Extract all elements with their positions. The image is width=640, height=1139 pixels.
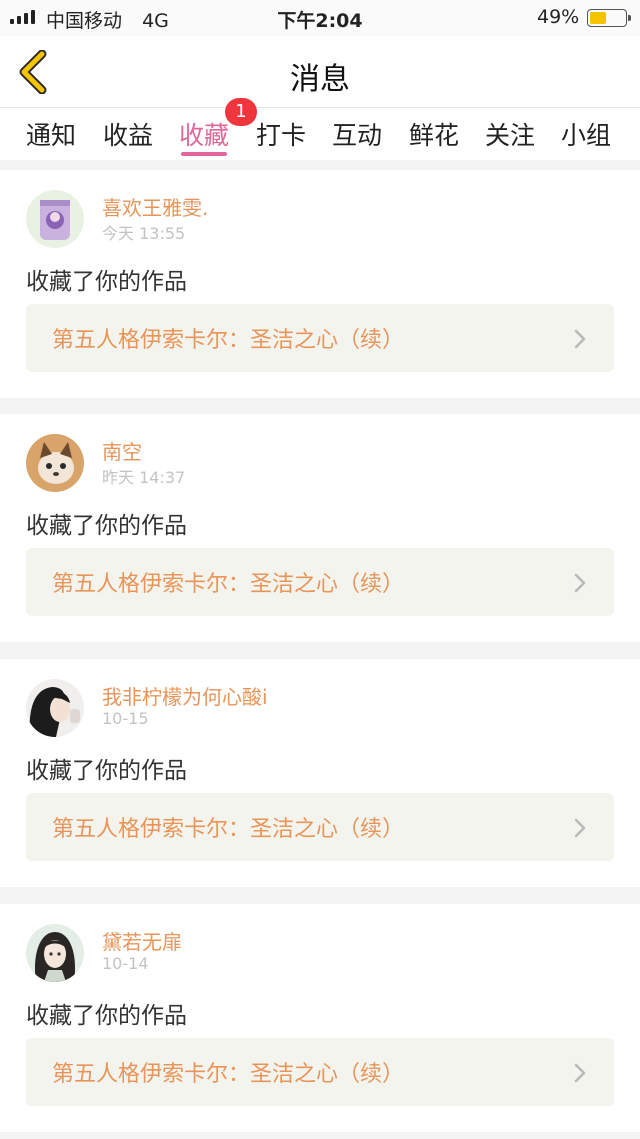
work-link[interactable]: 第五人格伊索卡尔：圣洁之心（续） bbox=[26, 1038, 614, 1106]
message-action: 收藏了你的作品 bbox=[26, 269, 187, 295]
tab-interaction[interactable]: 互动 bbox=[332, 116, 382, 152]
signal-icon bbox=[10, 10, 35, 24]
carrier-network: 中国移动 4G bbox=[46, 6, 169, 33]
work-title: 第五人格伊索卡尔：圣洁之心（续） bbox=[52, 328, 405, 353]
work-link[interactable]: 第五人格伊索卡尔：圣洁之心（续） bbox=[26, 304, 614, 372]
chevron-right-icon bbox=[574, 818, 586, 838]
work-title: 第五人格伊索卡尔：圣洁之心（续） bbox=[52, 572, 405, 597]
battery-icon bbox=[587, 9, 631, 27]
username[interactable]: 黛若无扉 bbox=[102, 926, 182, 955]
message-action: 收藏了你的作品 bbox=[26, 1003, 187, 1029]
avatar-girl-dark-hair-icon bbox=[26, 679, 84, 737]
tab-groups[interactable]: 小组 bbox=[561, 116, 611, 152]
avatar-purple-drink-icon bbox=[26, 190, 84, 248]
tab-following[interactable]: 关注 bbox=[485, 116, 535, 152]
avatar-anime-girl-icon bbox=[26, 924, 84, 982]
user-avatar[interactable] bbox=[26, 434, 84, 492]
nav-bar: 消息 bbox=[0, 36, 640, 108]
user-avatar[interactable] bbox=[26, 924, 84, 982]
message-action: 收藏了你的作品 bbox=[26, 758, 187, 784]
username[interactable]: 我非柠檬为何心酸i bbox=[102, 681, 268, 710]
tab-notification[interactable]: 通知 bbox=[26, 116, 76, 152]
tab-checkin[interactable]: 打卡 bbox=[256, 116, 306, 152]
chevron-left-icon bbox=[19, 49, 47, 95]
carrier-name: 中国移动 bbox=[46, 10, 123, 32]
message-card: 黛若无扉 10-14 收藏了你的作品 第五人格伊索卡尔：圣洁之心（续） bbox=[0, 904, 640, 1132]
avatar-cat-icon bbox=[26, 434, 84, 492]
tab-earnings[interactable]: 收益 bbox=[103, 116, 153, 152]
user-avatar[interactable] bbox=[26, 679, 84, 737]
chevron-right-icon bbox=[574, 573, 586, 593]
back-button[interactable] bbox=[14, 49, 54, 95]
work-link[interactable]: 第五人格伊索卡尔：圣洁之心（续） bbox=[26, 793, 614, 861]
unread-badge: 1 bbox=[225, 98, 257, 126]
status-bar: 中国移动 4G 下午2:04 49% bbox=[0, 0, 640, 36]
network-type: 4G bbox=[142, 10, 169, 32]
tab-favorites[interactable]: 收藏 bbox=[179, 116, 229, 152]
work-title: 第五人格伊索卡尔：圣洁之心（续） bbox=[52, 817, 405, 842]
chevron-right-icon bbox=[574, 1063, 586, 1083]
username[interactable]: 喜欢王雅雯. bbox=[102, 192, 208, 221]
message-time: 今天 13:55 bbox=[102, 224, 186, 243]
message-action: 收藏了你的作品 bbox=[26, 513, 187, 539]
chevron-right-icon bbox=[574, 329, 586, 349]
username[interactable]: 南空 bbox=[102, 436, 142, 465]
battery-percent: 49% bbox=[537, 6, 580, 28]
message-card: 南空 昨天 14:37 收藏了你的作品 第五人格伊索卡尔：圣洁之心（续） bbox=[0, 414, 640, 642]
tab-flowers[interactable]: 鲜花 bbox=[409, 116, 459, 152]
user-avatar[interactable] bbox=[26, 190, 84, 248]
active-tab-indicator bbox=[181, 152, 227, 156]
message-card: 我非柠檬为何心酸i 10-15 收藏了你的作品 第五人格伊索卡尔：圣洁之心（续） bbox=[0, 659, 640, 887]
work-link[interactable]: 第五人格伊索卡尔：圣洁之心（续） bbox=[26, 548, 614, 616]
message-card: 喜欢王雅雯. 今天 13:55 收藏了你的作品 第五人格伊索卡尔：圣洁之心（续） bbox=[0, 170, 640, 398]
tab-bar: 通知 收益 收藏 打卡 互动 鲜花 关注 小组 bbox=[0, 108, 640, 160]
page-title: 消息 bbox=[290, 62, 350, 97]
message-time: 昨天 14:37 bbox=[102, 468, 186, 487]
work-title: 第五人格伊索卡尔：圣洁之心（续） bbox=[52, 1062, 405, 1087]
message-time: 10-14 bbox=[102, 954, 149, 973]
message-time: 10-15 bbox=[102, 709, 149, 728]
